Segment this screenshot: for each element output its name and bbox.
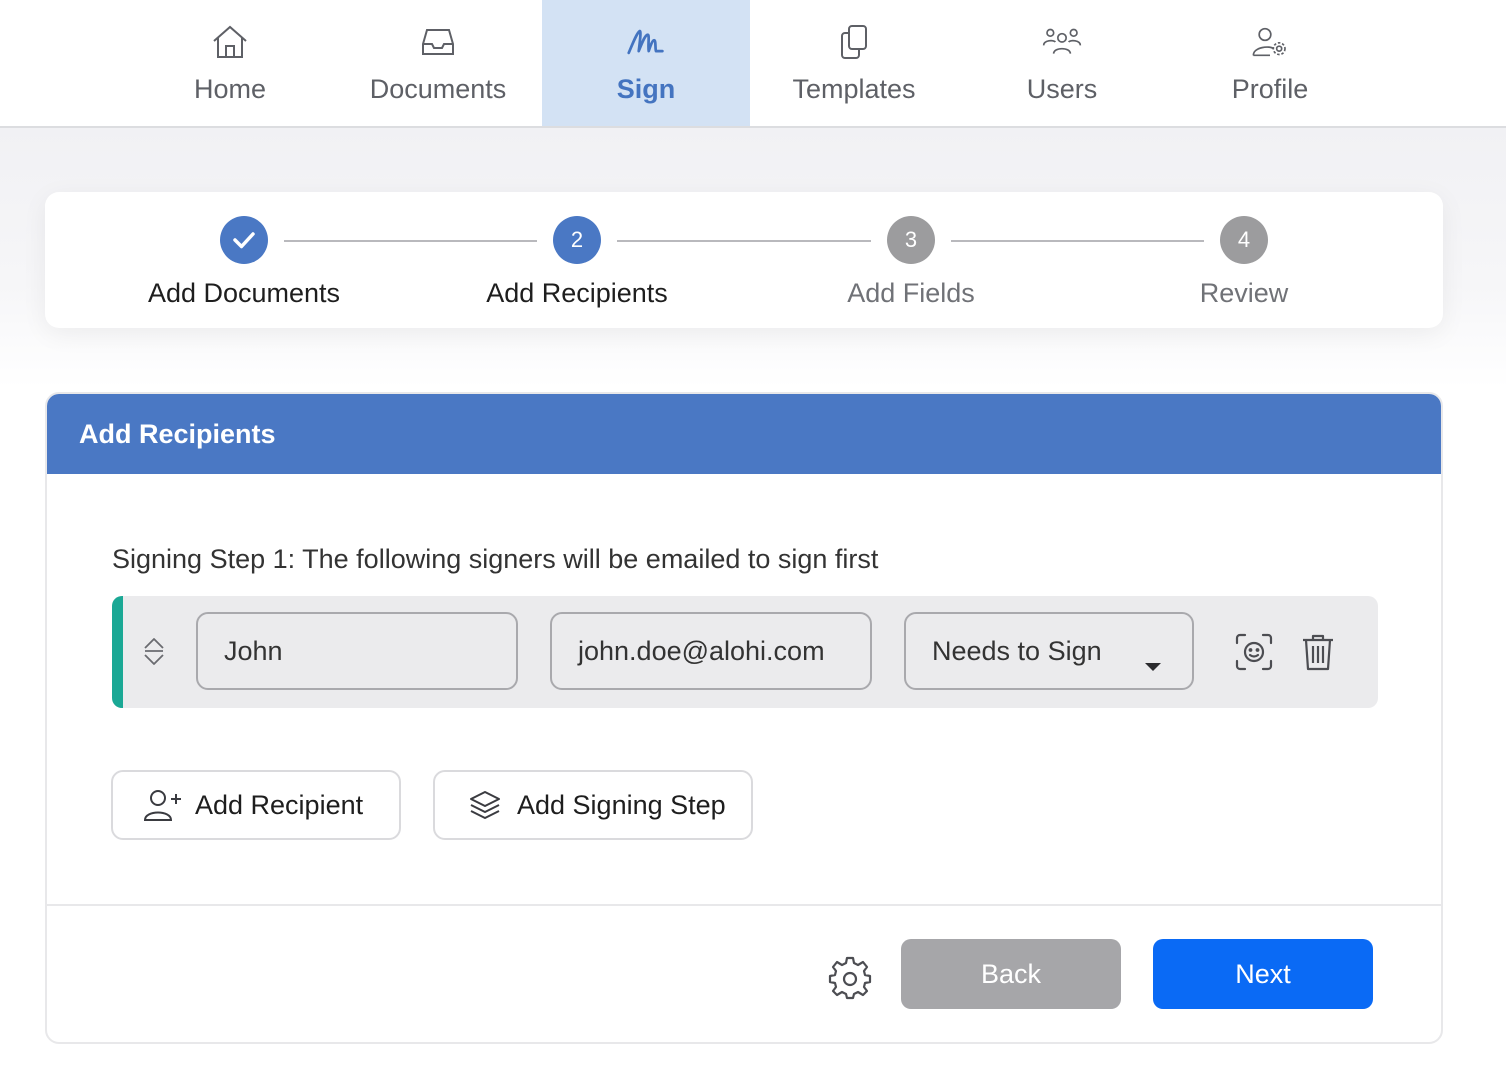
step-4-label: Review	[1199, 278, 1289, 308]
recipient-role-value: Needs to Sign	[932, 635, 1102, 666]
next-label: Next	[1235, 958, 1291, 989]
recipient-row: John john.doe@alohi.com Needs to Sign	[112, 596, 1378, 708]
gear-icon[interactable]	[827, 954, 873, 1000]
back-button[interactable]: Back	[901, 939, 1121, 1009]
nav-label: Templates	[792, 74, 916, 104]
add-recipient-button[interactable]: Add Recipient	[111, 770, 401, 840]
step-2-label: Add Recipients	[486, 278, 668, 308]
nav-item-documents[interactable]: Documents	[334, 0, 542, 126]
progress-stepper: 2 3 4 Add Documents Add Recipients Add F…	[45, 192, 1443, 328]
add-user-icon	[143, 785, 183, 825]
nav-label: Profile	[1231, 74, 1309, 104]
step-3-label: Add Fields	[847, 278, 975, 308]
nav-item-users[interactable]: Users	[958, 0, 1166, 126]
nav-item-profile[interactable]: Profile	[1166, 0, 1374, 126]
add-signing-step-label: Add Signing Step	[517, 789, 726, 820]
home-icon	[210, 22, 250, 62]
panel-title: Add Recipients	[79, 419, 276, 449]
layers-icon	[465, 785, 505, 825]
step-connector	[617, 240, 871, 242]
step-connector	[284, 240, 537, 242]
step-1-label: Add Documents	[147, 278, 341, 308]
checkmark-icon	[233, 232, 255, 249]
nav-label: Documents	[369, 74, 507, 104]
nav-item-templates[interactable]: Templates	[750, 0, 958, 126]
recipient-name-value: John	[224, 635, 283, 666]
step-number: 4	[1237, 227, 1251, 252]
row-accent-bar	[112, 596, 123, 708]
nav-label: Users	[1026, 74, 1098, 104]
trash-icon[interactable]	[1296, 630, 1340, 674]
drag-handle-icon[interactable]	[142, 636, 166, 668]
users-icon	[1042, 22, 1082, 62]
add-signing-step-button[interactable]: Add Signing Step	[433, 770, 753, 840]
add-recipient-label: Add Recipient	[195, 789, 364, 820]
nav-item-home[interactable]: Home	[126, 0, 334, 126]
step-3-circle: 3	[887, 216, 935, 264]
face-id-icon[interactable]	[1232, 630, 1276, 674]
signing-step-caption: Signing Step 1: The following signers wi…	[112, 544, 879, 574]
panel-header: Add Recipients	[47, 394, 1441, 474]
inbox-icon	[418, 22, 458, 62]
caret-down-icon	[1144, 648, 1162, 679]
footer-divider	[47, 904, 1441, 906]
nav-label: Sign	[616, 74, 676, 104]
step-number: 3	[904, 227, 918, 252]
signature-icon	[626, 22, 666, 62]
user-settings-icon	[1250, 22, 1290, 62]
back-label: Back	[980, 958, 1042, 989]
step-4-circle: 4	[1220, 216, 1268, 264]
step-2-circle: 2	[553, 216, 601, 264]
copy-icon	[834, 22, 874, 62]
recipient-name-input[interactable]: John	[196, 612, 518, 690]
nav-item-sign[interactable]: Sign	[542, 0, 750, 126]
step-1-circle	[220, 216, 268, 264]
recipient-role-select[interactable]: Needs to Sign	[904, 612, 1194, 690]
recipient-email-value: john.doe@alohi.com	[578, 635, 825, 666]
recipient-email-input[interactable]: john.doe@alohi.com	[550, 612, 872, 690]
top-navigation: Home Documents Sign Templates Users Prof…	[0, 0, 1506, 128]
step-number: 2	[570, 227, 584, 252]
add-recipients-panel: Add Recipients Signing Step 1: The follo…	[45, 392, 1443, 1044]
step-connector	[951, 240, 1204, 242]
next-button[interactable]: Next	[1153, 939, 1373, 1009]
nav-label: Home	[193, 74, 267, 104]
